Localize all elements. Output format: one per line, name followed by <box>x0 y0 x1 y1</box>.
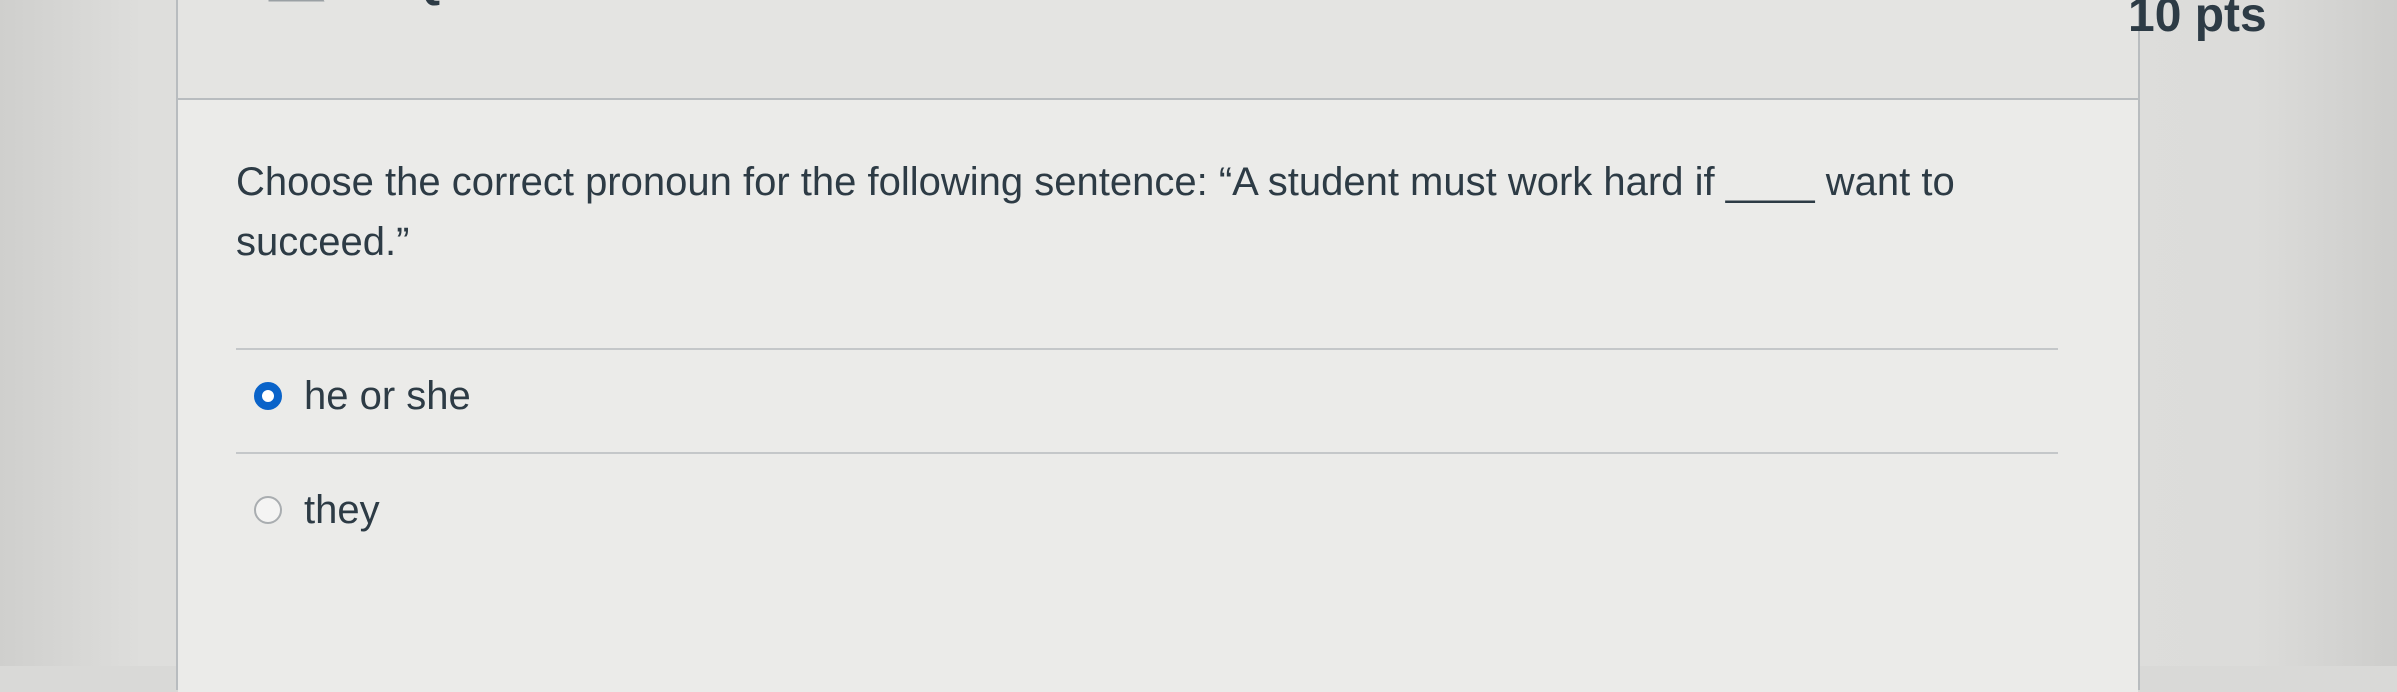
question-title: Question 2 <box>410 0 637 8</box>
flag-icon[interactable] <box>268 0 326 10</box>
question-header: Question 2 10 pts <box>178 0 2267 100</box>
question-card: Question 2 10 pts Choose the correct pro… <box>176 0 2267 692</box>
answer-divider <box>236 348 2058 350</box>
radio-selected-icon[interactable] <box>254 382 282 410</box>
radio-unselected-icon[interactable] <box>254 496 282 524</box>
question-body: Choose the correct pronoun for the follo… <box>178 100 2138 692</box>
answer-option-he-or-she[interactable]: he or she <box>254 361 471 431</box>
answer-divider <box>236 452 2058 454</box>
answer-label: he or she <box>304 373 471 418</box>
answer-option-they[interactable]: they <box>254 475 380 545</box>
question-text: Choose the correct pronoun for the follo… <box>236 160 1955 264</box>
question-points: 10 pts <box>2128 0 2267 42</box>
answer-label: they <box>304 487 380 532</box>
